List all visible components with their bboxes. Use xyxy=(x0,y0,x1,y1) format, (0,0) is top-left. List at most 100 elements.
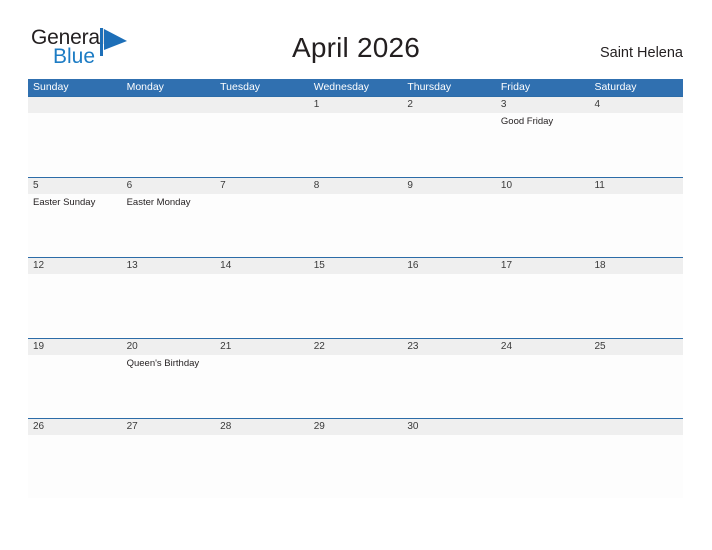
date-number[interactable]: 20 xyxy=(122,339,216,355)
day-cell[interactable] xyxy=(215,274,309,337)
day-cell[interactable] xyxy=(589,274,683,337)
day-cell[interactable] xyxy=(496,194,590,257)
date-number[interactable]: 11 xyxy=(589,178,683,194)
date-number[interactable]: 21 xyxy=(215,339,309,355)
date-number[interactable]: 24 xyxy=(496,339,590,355)
date-number[interactable]: 29 xyxy=(309,419,403,435)
date-number[interactable]: 25 xyxy=(589,339,683,355)
day-cell[interactable] xyxy=(122,274,216,337)
event-label: Easter Sunday xyxy=(33,196,96,208)
date-number[interactable]: 5 xyxy=(28,178,122,194)
region-label: Saint Helena xyxy=(599,45,683,61)
day-cell[interactable] xyxy=(589,355,683,418)
day-cell[interactable] xyxy=(402,113,496,176)
event-label: Easter Monday xyxy=(126,196,191,208)
date-number[interactable]: 10 xyxy=(496,178,590,194)
day-cell[interactable] xyxy=(496,435,590,498)
date-number[interactable]: 4 xyxy=(589,97,683,113)
weekday-saturday: Saturday xyxy=(594,81,637,93)
day-cell[interactable] xyxy=(215,355,309,418)
date-band: 1 2 3 4 xyxy=(28,97,683,113)
date-number[interactable] xyxy=(215,97,309,113)
day-cell[interactable] xyxy=(402,435,496,498)
weekday-monday: Monday xyxy=(126,81,164,93)
day-cell[interactable] xyxy=(402,194,496,257)
event-label: Good Friday xyxy=(500,116,554,127)
date-number[interactable] xyxy=(589,419,683,435)
date-number[interactable]: 19 xyxy=(28,339,122,355)
date-number[interactable]: 13 xyxy=(122,258,216,274)
week-row: 19 20 21 22 23 24 25 Queen's Birthday xyxy=(28,337,683,419)
event-band xyxy=(28,435,683,498)
date-number[interactable]: 27 xyxy=(122,419,216,435)
date-number[interactable]: 30 xyxy=(402,419,496,435)
day-cell[interactable] xyxy=(589,194,683,257)
date-number[interactable]: 14 xyxy=(215,258,309,274)
day-cell[interactable] xyxy=(402,274,496,337)
day-cell[interactable] xyxy=(215,194,309,257)
date-number[interactable] xyxy=(496,419,590,435)
weekday-header-row: Sunday Monday Tuesday Wednesday Thursday… xyxy=(28,79,683,96)
weekday-thursday: Thursday xyxy=(407,81,452,93)
day-cell[interactable]: Queen's Birthday xyxy=(122,355,216,418)
event-label: Queen's Birthday xyxy=(126,357,200,369)
calendar-grid: Sunday Monday Tuesday Wednesday Thursday… xyxy=(28,79,683,499)
weekday-friday: Friday xyxy=(500,81,531,93)
date-number[interactable]: 6 xyxy=(122,178,216,194)
week-row: 26 27 28 29 30 xyxy=(28,418,683,499)
date-band: 12 13 14 15 16 17 18 xyxy=(28,258,683,274)
day-cell[interactable] xyxy=(215,435,309,498)
date-number[interactable]: 12 xyxy=(28,258,122,274)
day-cell[interactable] xyxy=(309,274,403,337)
date-number[interactable]: 28 xyxy=(215,419,309,435)
day-cell[interactable] xyxy=(496,355,590,418)
date-number[interactable]: 3 xyxy=(496,97,590,113)
weekday-wednesday: Wednesday xyxy=(313,81,369,93)
date-number[interactable]: 22 xyxy=(309,339,403,355)
day-cell[interactable] xyxy=(589,113,683,176)
day-cell[interactable] xyxy=(215,113,309,176)
date-number[interactable]: 23 xyxy=(402,339,496,355)
day-cell[interactable] xyxy=(309,355,403,418)
day-cell[interactable]: Good Friday xyxy=(496,113,590,176)
day-cell[interactable] xyxy=(589,435,683,498)
date-number[interactable]: 9 xyxy=(402,178,496,194)
day-cell[interactable] xyxy=(402,355,496,418)
event-band: Easter Sunday Easter Monday xyxy=(28,193,683,257)
day-cell[interactable] xyxy=(28,435,122,498)
weekday-tuesday: Tuesday xyxy=(220,81,261,93)
date-number[interactable]: 2 xyxy=(402,97,496,113)
date-number[interactable]: 17 xyxy=(496,258,590,274)
date-number[interactable] xyxy=(28,97,122,113)
date-number[interactable]: 1 xyxy=(309,97,403,113)
day-cell[interactable] xyxy=(122,435,216,498)
date-band: 26 27 28 29 30 xyxy=(28,419,683,435)
date-number[interactable]: 18 xyxy=(589,258,683,274)
day-cell[interactable] xyxy=(28,355,122,418)
date-number[interactable]: 26 xyxy=(28,419,122,435)
day-cell[interactable] xyxy=(28,274,122,337)
date-band: 5 6 7 8 9 10 11 xyxy=(28,177,683,194)
date-number[interactable] xyxy=(122,97,216,113)
day-cell[interactable] xyxy=(309,435,403,498)
weekday-sunday: Sunday xyxy=(33,81,69,93)
date-number[interactable]: 8 xyxy=(309,178,403,194)
day-cell[interactable] xyxy=(122,113,216,176)
event-band xyxy=(28,274,683,337)
event-band: Good Friday xyxy=(28,113,683,176)
day-cell[interactable]: Easter Monday xyxy=(122,194,216,257)
event-band: Queen's Birthday xyxy=(28,354,683,418)
date-number[interactable]: 16 xyxy=(402,258,496,274)
date-band: 19 20 21 22 23 24 25 xyxy=(28,338,683,355)
day-cell[interactable] xyxy=(496,274,590,337)
day-cell[interactable] xyxy=(309,194,403,257)
date-number[interactable]: 7 xyxy=(215,178,309,194)
week-row: 5 6 7 8 9 10 11 Easter Sunday Easter Mon… xyxy=(28,176,683,258)
day-cell[interactable] xyxy=(28,113,122,176)
week-row: 12 13 14 15 16 17 18 xyxy=(28,257,683,338)
date-number[interactable]: 15 xyxy=(309,258,403,274)
week-row: 1 2 3 4 Good Friday xyxy=(28,96,683,177)
day-cell[interactable]: Easter Sunday xyxy=(28,194,122,257)
day-cell[interactable] xyxy=(309,113,403,176)
page-header: General Blue April 2026 Saint Helena xyxy=(0,0,712,67)
